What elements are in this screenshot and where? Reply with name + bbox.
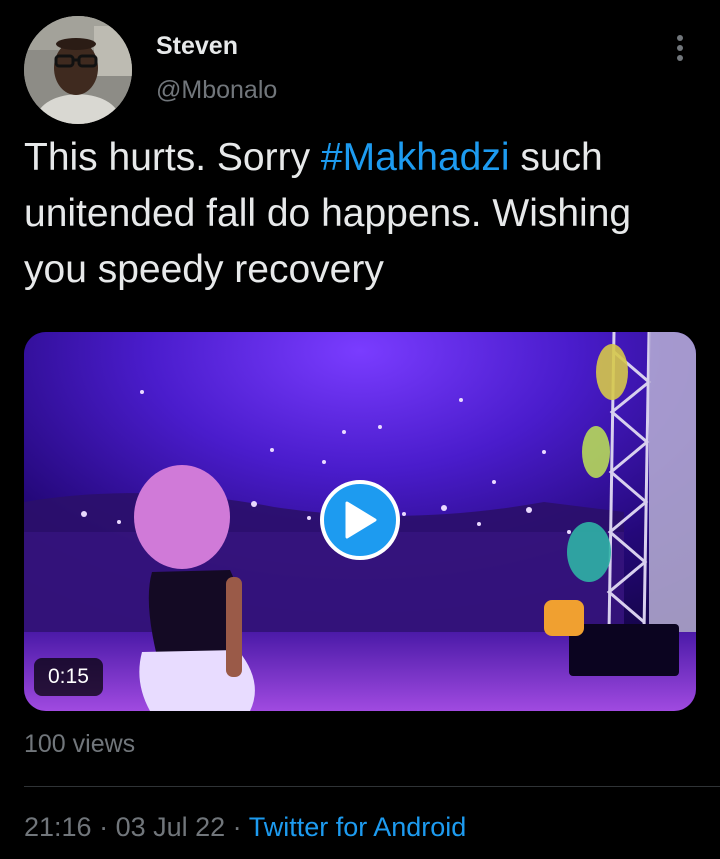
author-handle[interactable]: @Mbonalo [156, 76, 277, 105]
vertical-ellipsis-icon [677, 35, 683, 61]
avatar[interactable] [24, 16, 132, 124]
more-options-button[interactable] [660, 28, 700, 68]
tweet-text-part1: This hurts. Sorry [24, 136, 321, 179]
meta-separator: · [91, 812, 116, 842]
tweet-date[interactable]: 03 Jul 22 [116, 812, 226, 842]
tweet-text: This hurts. Sorry #Makhadzi such unitend… [24, 130, 704, 298]
divider [24, 786, 720, 787]
meta-separator: · [225, 812, 249, 842]
author-name[interactable]: Steven [156, 32, 238, 61]
tweet-metadata: 21:16 · 03 Jul 22 · Twitter for Android [24, 812, 466, 843]
video-duration-badge: 0:15 [34, 658, 103, 696]
hashtag-link[interactable]: #Makhadzi [321, 136, 510, 179]
tweet-time[interactable]: 21:16 [24, 812, 92, 842]
play-button[interactable] [320, 480, 400, 560]
view-count: 100 views [24, 730, 136, 758]
tweet-source-link[interactable]: Twitter for Android [249, 812, 467, 842]
avatar-photo [24, 16, 132, 124]
video-player[interactable]: 0:15 [24, 332, 696, 711]
play-icon [345, 501, 377, 539]
